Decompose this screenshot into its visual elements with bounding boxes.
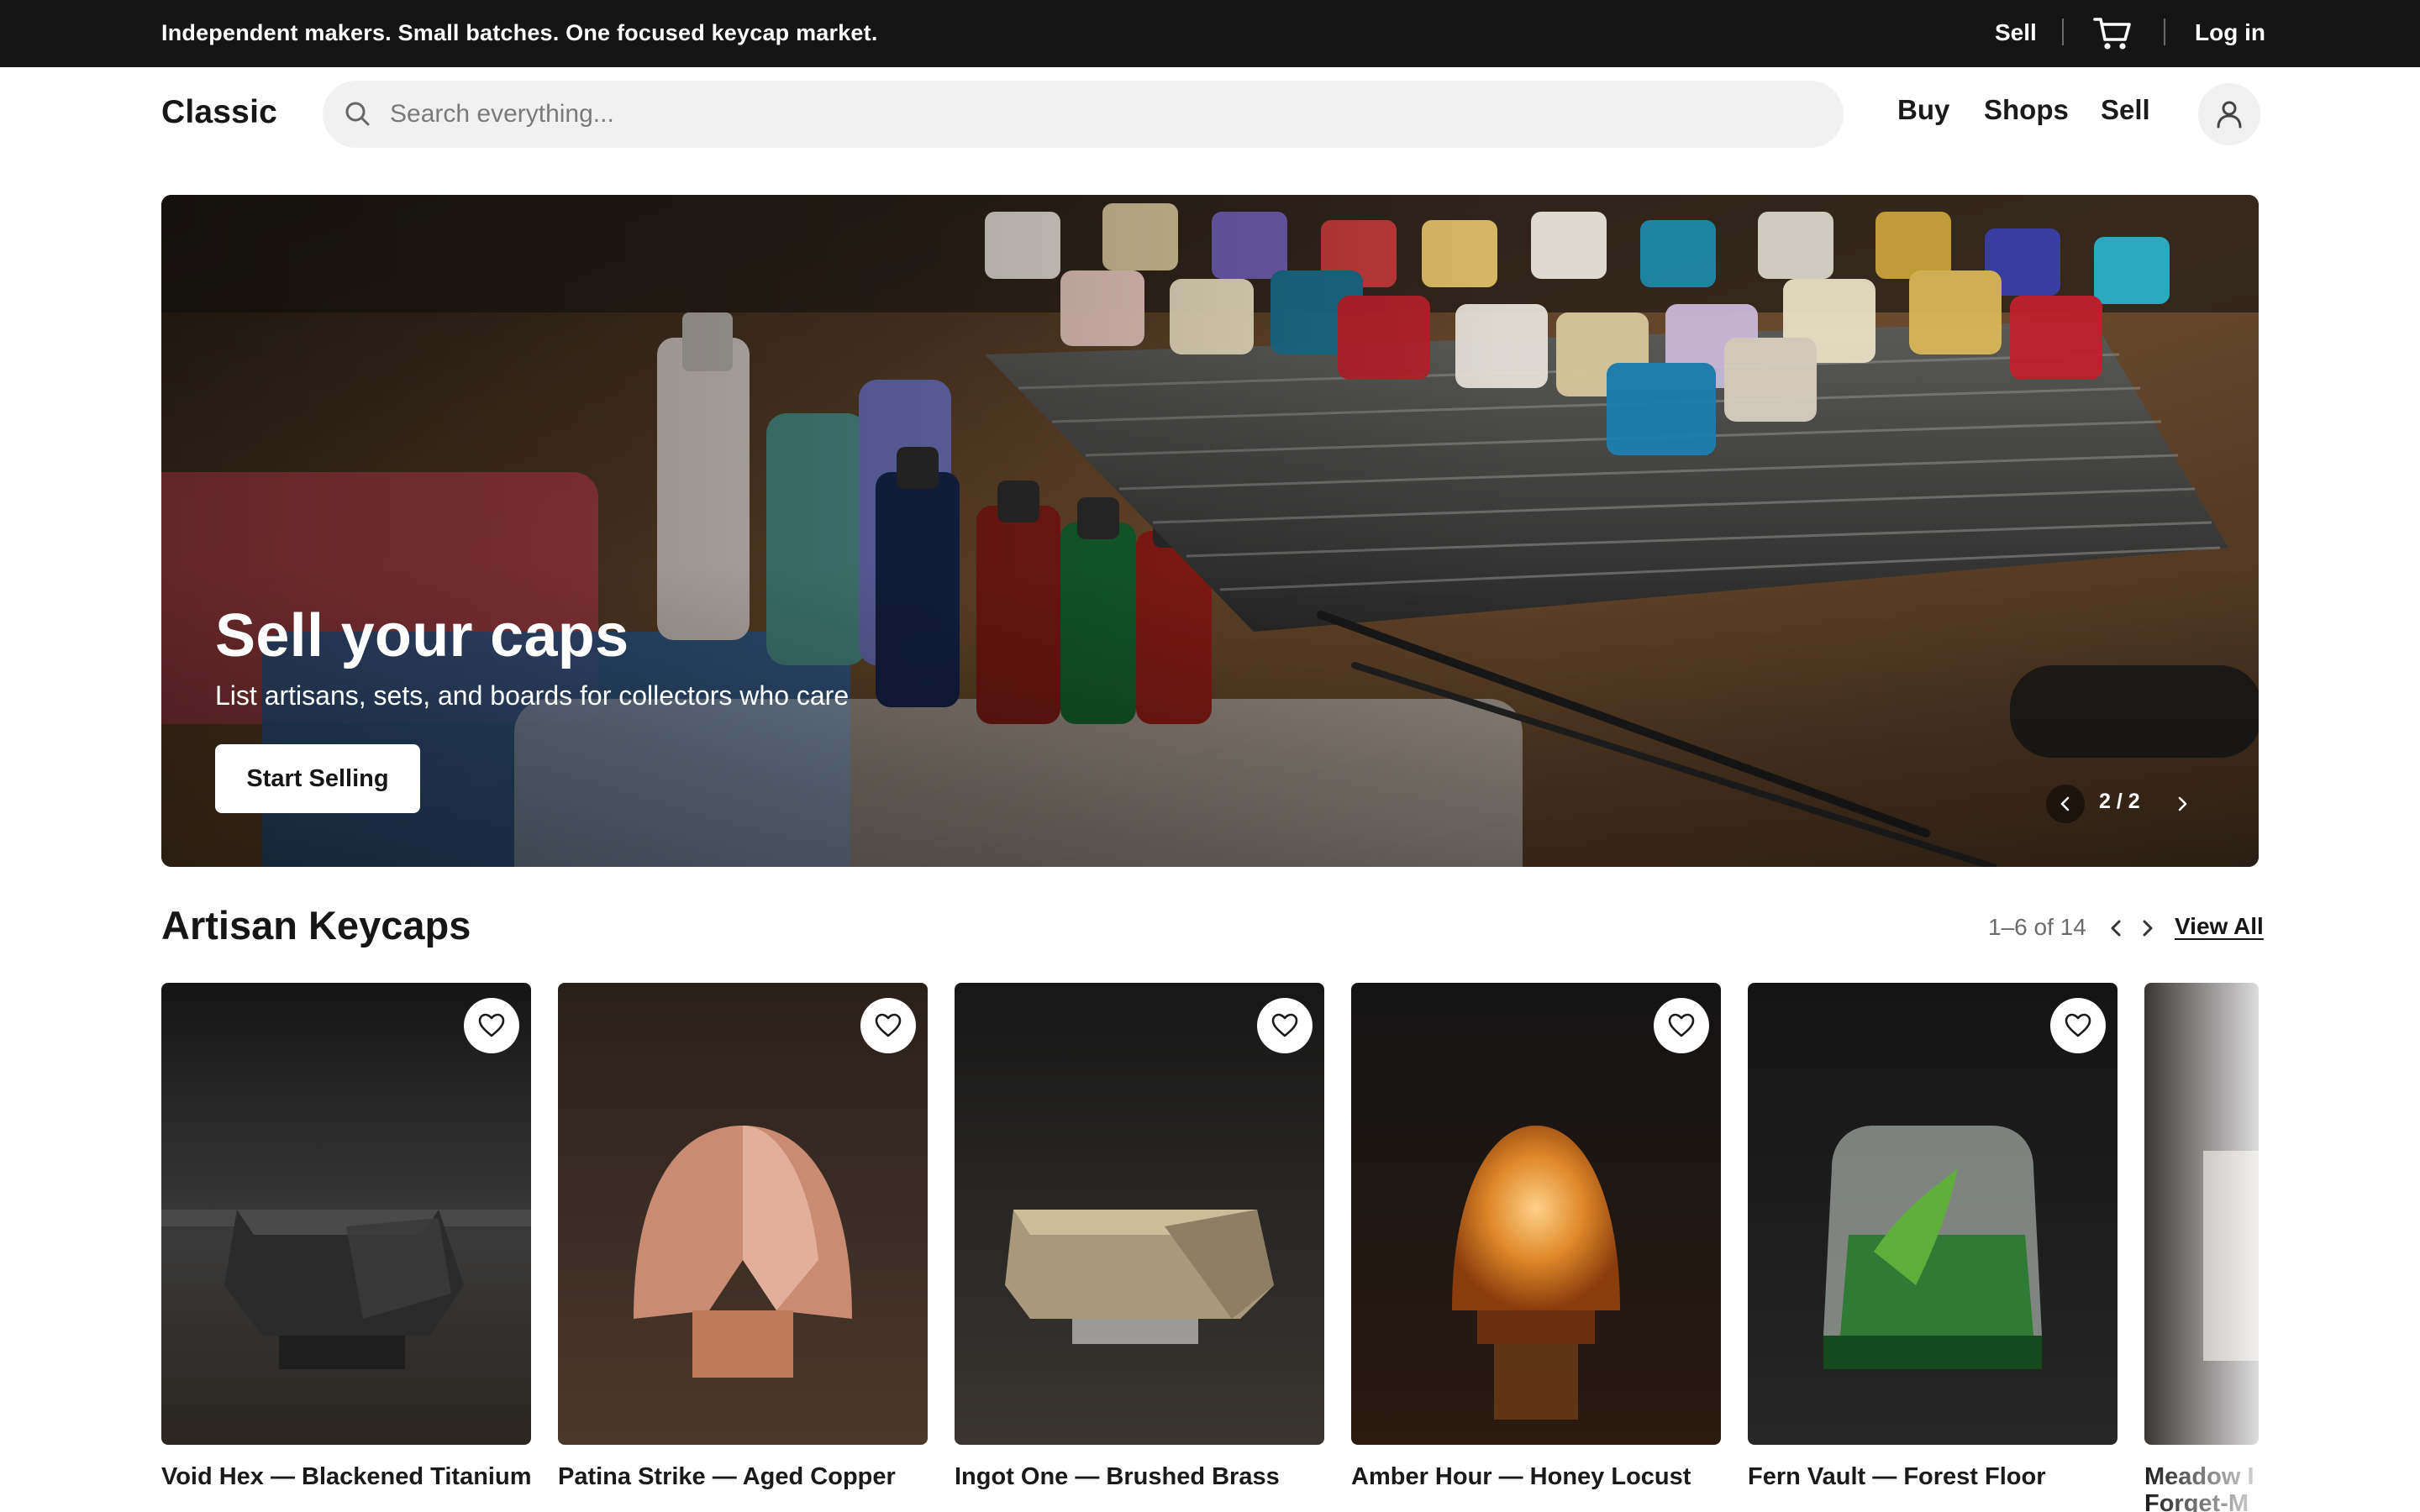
cart-icon[interactable] [2092,14,2133,53]
announcement-bar: Independent makers. Small batches. One f… [0,0,2420,67]
search-icon [345,102,370,126]
heart-icon [478,1013,505,1037]
heart-icon [2065,1013,2091,1037]
product-name[interactable]: Amber Hour — Honey Locust [1351,1463,1721,1491]
product-image[interactable] [2144,983,2259,1445]
search-bar[interactable] [323,81,1844,148]
hero-prev-button[interactable] [2046,785,2085,823]
topbar-divider [2164,18,2165,45]
product-name[interactable]: Ingot One — Brushed Brass [955,1463,1324,1491]
product-card[interactable]: Fern Vault — Forest Floor [1748,983,2118,1490]
hero-next-button[interactable] [2163,785,2202,823]
nav-buy[interactable]: Buy [1897,94,1949,126]
favorite-button[interactable] [2050,998,2106,1053]
product-name[interactable]: Meadow I Forget-M [2144,1463,2259,1512]
product-card[interactable]: Ingot One — Brushed Brass [955,983,1324,1490]
favorite-button[interactable] [1654,998,1709,1053]
hero-pager-count: 2 / 2 [2099,790,2140,813]
product-image[interactable] [161,983,531,1445]
topbar-sell-link[interactable]: Sell [1995,0,2037,67]
product-name[interactable]: Patina Strike — Aged Copper [558,1463,928,1491]
section-title: Artisan Keycaps [161,903,471,948]
chevron-left-icon [2111,920,2121,937]
hero-overlay [161,195,2259,867]
chevron-right-icon [2178,796,2187,811]
product-image[interactable] [955,983,1324,1445]
product-card[interactable]: Amber Hour — Honey Locust [1351,983,1721,1490]
site-logo[interactable]: Classic [161,94,277,131]
nav-sell[interactable]: Sell [2101,94,2150,126]
topbar-divider [2062,18,2064,45]
heart-icon [1271,1013,1298,1037]
hero-banner: Sell your caps List artisans, sets, and … [161,195,2259,867]
favorite-button[interactable] [464,998,519,1053]
hero-title: Sell your caps [215,602,629,669]
heart-icon [1668,1013,1695,1037]
product-name[interactable]: Fern Vault — Forest Floor [1748,1463,2118,1491]
carousel-next-button[interactable] [2135,914,2160,942]
favorite-button[interactable] [1257,998,1313,1053]
nav-shops[interactable]: Shops [1984,94,2069,126]
carousel-prev-button[interactable] [2103,914,2128,942]
product-image[interactable] [1351,983,1721,1445]
product-image[interactable] [1748,983,2118,1445]
product-name[interactable]: Void Hex — Blackened Titanium [161,1463,531,1491]
product-card[interactable]: Void Hex — Blackened Titanium [161,983,531,1490]
heart-icon [875,1013,902,1037]
view-all-link[interactable]: View All [2175,913,2264,940]
favorite-button[interactable] [860,998,916,1053]
chevron-right-icon [2143,920,2153,937]
chevron-left-icon [2060,796,2070,811]
hero-subtitle: List artisans, sets, and boards for coll… [215,680,850,711]
search-input[interactable] [390,81,1818,148]
login-link[interactable]: Log in [2195,0,2265,67]
product-card[interactable]: Meadow I Forget-M [2144,983,2259,1512]
start-selling-button[interactable]: Start Selling [215,744,420,813]
product-image[interactable] [558,983,928,1445]
announcement-text: Independent makers. Small batches. One f… [161,20,878,45]
product-card[interactable]: Patina Strike — Aged Copper [558,983,928,1490]
results-range: 1–6 of 14 [1988,914,2086,940]
user-icon [2217,101,2242,129]
account-button[interactable] [2198,83,2260,145]
